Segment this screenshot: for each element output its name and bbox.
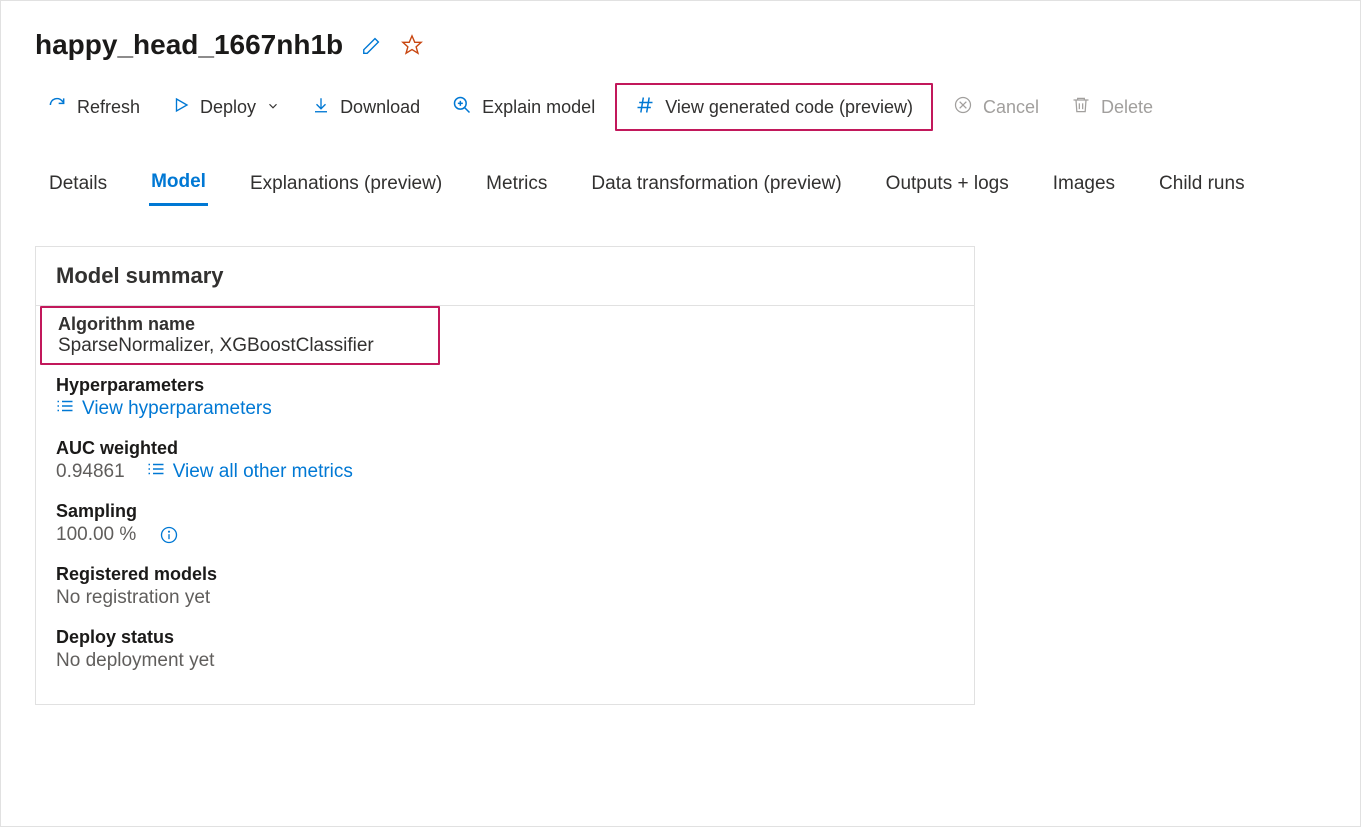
deploy-button[interactable]: Deploy [160,85,292,129]
tab-model[interactable]: Model [149,165,208,206]
cancel-icon [953,95,973,120]
auc-link-text: View all other metrics [173,461,353,483]
zoom-in-icon [452,95,472,120]
toolbar: Refresh Deploy Download [35,83,1326,131]
deploy-status-field: Deploy status No deployment yet [36,617,974,680]
trash-icon [1071,95,1091,120]
tab-images[interactable]: Images [1051,165,1117,206]
view-hyperparameters-link[interactable]: View hyperparameters [56,398,272,420]
page-root: happy_head_1667nh1b Refresh [1,1,1360,705]
info-icon[interactable] [158,524,180,546]
download-icon [312,96,330,119]
hash-icon [635,95,655,120]
hyperparameters-link-text: View hyperparameters [82,398,272,420]
view-all-metrics-link[interactable]: View all other metrics [147,461,353,483]
cancel-button: Cancel [941,85,1051,129]
registered-models-value: No registration yet [56,587,954,609]
favorite-star-icon[interactable] [401,34,423,56]
auc-value: 0.94861 [56,461,125,483]
registered-models-label: Registered models [56,564,954,585]
auc-field: AUC weighted 0.94861 View all other metr… [36,428,974,491]
hyperparameters-label: Hyperparameters [56,375,954,396]
explain-label: Explain model [482,97,595,118]
play-icon [172,96,190,119]
chevron-down-icon [266,97,280,118]
tab-data-transformation[interactable]: Data transformation (preview) [589,165,843,206]
tab-metrics[interactable]: Metrics [484,165,549,206]
download-button[interactable]: Download [300,85,432,129]
delete-button: Delete [1059,85,1165,129]
model-summary-card: Model summary Algorithm name SparseNorma… [35,246,975,705]
download-label: Download [340,97,420,118]
auc-label: AUC weighted [56,438,954,459]
explain-model-button[interactable]: Explain model [440,85,607,129]
refresh-icon [47,95,67,120]
card-body: Algorithm name SparseNormalizer, XGBoost… [36,306,974,704]
hyperparameters-field: Hyperparameters View hyperparameters [36,365,974,428]
tab-explanations[interactable]: Explanations (preview) [248,165,444,206]
view-code-highlight: View generated code (preview) [615,83,933,131]
deploy-label: Deploy [200,97,256,118]
algorithm-label: Algorithm name [58,314,422,335]
tab-bar: Details Model Explanations (preview) Met… [35,165,1326,206]
view-generated-code-button[interactable]: View generated code (preview) [623,85,925,129]
tab-details[interactable]: Details [47,165,109,206]
tab-child-runs[interactable]: Child runs [1157,165,1247,206]
refresh-button[interactable]: Refresh [35,85,152,129]
sampling-value: 100.00 % [56,524,136,546]
edit-icon[interactable] [361,34,383,56]
run-title: happy_head_1667nh1b [35,29,343,61]
view-code-label: View generated code (preview) [665,97,913,118]
sampling-field: Sampling 100.00 % [36,491,974,554]
algorithm-value: SparseNormalizer, XGBoostClassifier [58,335,422,357]
deploy-status-label: Deploy status [56,627,954,648]
list-icon [56,398,74,420]
title-row: happy_head_1667nh1b [35,29,1326,61]
delete-label: Delete [1101,97,1153,118]
tab-outputs-logs[interactable]: Outputs + logs [884,165,1011,206]
deploy-status-value: No deployment yet [56,650,954,672]
list-icon [147,461,165,483]
sampling-label: Sampling [56,501,954,522]
algorithm-highlight: Algorithm name SparseNormalizer, XGBoost… [40,306,440,365]
cancel-label: Cancel [983,97,1039,118]
refresh-label: Refresh [77,97,140,118]
card-title: Model summary [36,247,974,306]
registered-models-field: Registered models No registration yet [36,554,974,617]
